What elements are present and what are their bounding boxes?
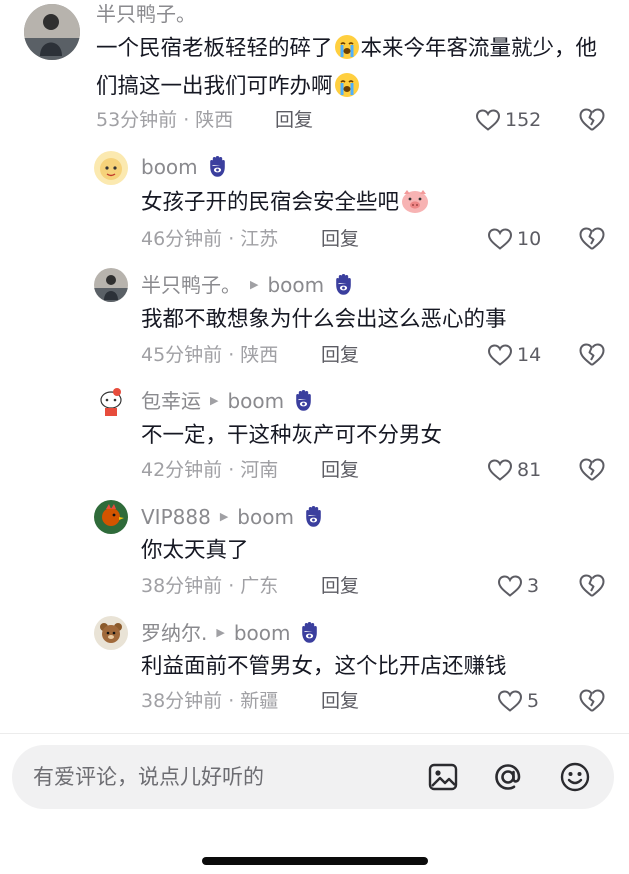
like-button[interactable]: 14 <box>487 343 541 367</box>
reply-button[interactable]: 回复 <box>321 227 359 251</box>
at-sign-icon[interactable] <box>491 760 525 794</box>
broken-heart-icon[interactable] <box>578 457 606 483</box>
comment-time-location: 53分钟前 · 陕西 <box>96 109 234 131</box>
reply-text: 你太天真了 <box>141 538 249 563</box>
bear-avatar-icon <box>94 616 128 650</box>
reply-username[interactable]: 罗纳尔. ▶ boom <box>141 621 322 645</box>
like-count: 5 <box>527 690 540 712</box>
broken-heart-icon[interactable] <box>578 342 606 368</box>
avatar[interactable] <box>94 151 128 185</box>
reply-button[interactable]: 回复 <box>321 574 359 598</box>
reply-username[interactable]: VIP888 ▶ boom <box>141 505 326 529</box>
heart-outline-icon <box>487 458 513 482</box>
heart-outline-icon <box>475 108 501 132</box>
like-button[interactable]: 3 <box>497 574 539 598</box>
reply-arrow-icon: ▶ <box>216 626 225 639</box>
reply-button[interactable]: 回复 <box>321 458 359 482</box>
hamsa-hand-icon <box>332 273 356 297</box>
avatar[interactable] <box>94 384 128 418</box>
hamsa-hand-icon <box>206 155 230 179</box>
like-button[interactable]: 5 <box>497 689 539 713</box>
heart-outline-icon <box>497 689 523 713</box>
heart-outline-icon <box>487 343 513 367</box>
home-indicator[interactable] <box>202 857 428 865</box>
reply-time-location: 38分钟前 · 广东 <box>141 575 279 597</box>
reply-arrow-icon: ▶ <box>250 278 259 291</box>
avatar[interactable] <box>24 4 80 60</box>
heart-outline-icon <box>487 227 513 251</box>
reply-text: 我都不敢想象为什么会出这么恶心的事 <box>141 307 507 332</box>
like-button[interactable]: 81 <box>487 458 541 482</box>
reply-button[interactable]: 回复 <box>275 108 313 132</box>
rooster-avatar-icon <box>94 500 128 534</box>
reply-button[interactable]: 回复 <box>321 689 359 713</box>
broken-heart-icon[interactable] <box>578 226 606 252</box>
broken-heart-icon[interactable] <box>578 573 606 599</box>
avatar[interactable] <box>94 616 128 650</box>
crying-face-icon <box>334 72 360 98</box>
reply-text: 利益面前不管男女，这个比开店还赚钱 <box>141 654 507 679</box>
reply-username[interactable]: 半只鸭子。 ▶ boom <box>141 273 356 297</box>
like-count: 10 <box>517 228 542 250</box>
reply-button[interactable]: 回复 <box>321 343 359 367</box>
comment-input[interactable]: 有爱评论，说点儿好听的 <box>33 765 264 789</box>
heart-outline-icon <box>497 574 523 598</box>
reply-time-location: 42分钟前 · 河南 <box>141 459 279 481</box>
reply-time-location: 46分钟前 · 江苏 <box>141 228 279 250</box>
avatar[interactable] <box>94 500 128 534</box>
like-count: 81 <box>517 459 542 481</box>
like-button[interactable]: 152 <box>475 108 541 132</box>
image-icon[interactable] <box>426 760 460 794</box>
user-photo-icon <box>24 4 80 60</box>
hamsa-hand-icon <box>302 505 326 529</box>
hamsa-hand-icon <box>292 389 316 413</box>
smiley-icon[interactable] <box>558 760 592 794</box>
comment-text: 一个民宿老板轻轻的碎了 本来今年客流量就少，他们搞这一出我们可咋办啊 <box>96 34 598 99</box>
crying-face-icon <box>334 34 360 60</box>
reply-time-location: 45分钟前 · 陕西 <box>141 344 279 366</box>
user-photo-icon <box>94 268 128 302</box>
like-count: 14 <box>517 344 542 366</box>
pig-face-icon <box>400 188 430 214</box>
broken-heart-icon[interactable] <box>578 107 606 133</box>
cartoon-avatar-icon <box>94 151 128 185</box>
comment-username[interactable]: 半只鸭子。 <box>96 2 196 26</box>
like-count: 3 <box>527 575 540 597</box>
like-button[interactable]: 10 <box>487 227 541 251</box>
avatar[interactable] <box>94 268 128 302</box>
reply-arrow-icon: ▶ <box>210 394 219 407</box>
divider <box>0 733 629 734</box>
comment-input-bar[interactable]: 有爱评论，说点儿好听的 <box>12 745 614 809</box>
reply-username[interactable]: boom <box>141 155 230 179</box>
reply-text: 女孩子开的民宿会安全些吧 <box>141 184 611 222</box>
hamsa-hand-icon <box>298 621 322 645</box>
reply-time-location: 38分钟前 · 新疆 <box>141 690 279 712</box>
like-count: 152 <box>505 109 542 131</box>
broken-heart-icon[interactable] <box>578 688 606 714</box>
reply-text: 不一定，干这种灰产可不分男女 <box>141 423 443 448</box>
cartoon-avatar-icon <box>94 384 128 418</box>
reply-username[interactable]: 包幸运 ▶ boom <box>141 389 316 413</box>
reply-arrow-icon: ▶ <box>219 510 229 523</box>
